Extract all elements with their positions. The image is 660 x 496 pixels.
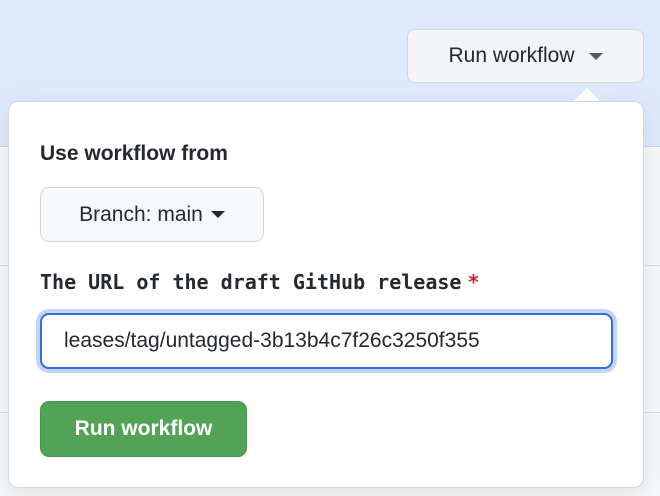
chevron-down-icon — [210, 211, 225, 218]
use-workflow-from-label: Use workflow from — [40, 142, 228, 165]
popup-arrow — [573, 88, 601, 102]
chevron-down-icon — [588, 52, 603, 60]
release-url-label: The URL of the draft GitHub release * — [40, 270, 479, 294]
release-url-input[interactable]: leases/tag/untagged-3b13b4c7f26c3250f355 — [40, 313, 613, 369]
run-workflow-label: Run workflow — [448, 44, 575, 67]
run-workflow-submit-button[interactable]: Run workflow — [40, 401, 247, 457]
branch-select-button[interactable]: Branch: main — [40, 187, 264, 242]
run-workflow-dropdown-button[interactable]: Run workflow — [407, 29, 644, 83]
required-marker: * — [467, 270, 480, 294]
branch-label: Branch: main — [79, 202, 203, 226]
run-workflow-popup: Use workflow from Branch: main The URL o… — [8, 101, 644, 488]
release-url-label-text: The URL of the draft GitHub release — [40, 270, 462, 294]
